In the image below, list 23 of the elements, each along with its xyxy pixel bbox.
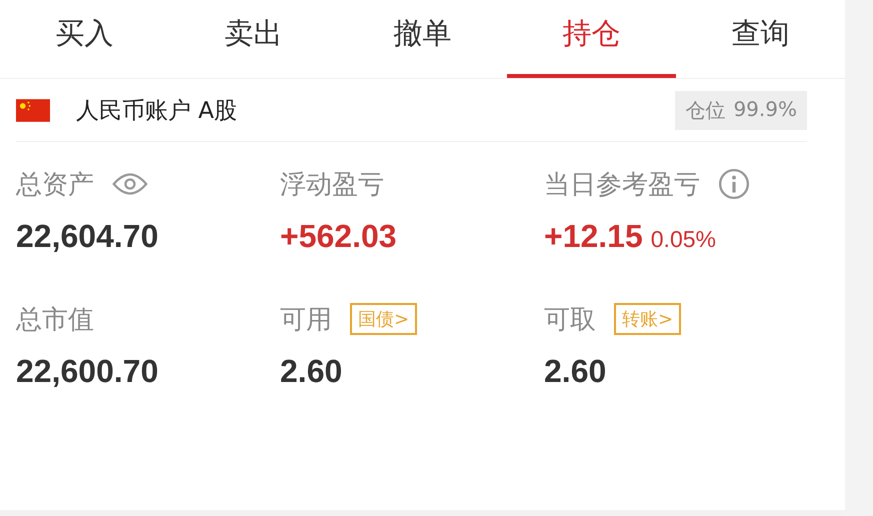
tab[interactable]: 买入 (0, 0, 169, 78)
eye-icon[interactable] (112, 172, 148, 196)
info-icon[interactable] (718, 168, 750, 200)
position-badge: 仓位 99.9% (675, 90, 807, 130)
tab[interactable]: 撤单 (338, 0, 507, 78)
stat-value: +562.03 (280, 218, 397, 255)
stat-value: 2.60 (280, 353, 342, 390)
flag-icon (16, 98, 50, 122)
stat-value: 22,604.70 (16, 218, 158, 255)
stat-label: 当日参考盈亏 (544, 168, 700, 202)
stat-percent: 0.05% (650, 226, 716, 253)
tab[interactable]: 查询 (676, 0, 845, 78)
stat-label: 可用 (280, 304, 332, 336)
stat-label: 总资产 (16, 168, 94, 202)
stat-label: 总市值 (16, 304, 94, 336)
stat-label: 可取 (544, 304, 596, 336)
stat-value: 2.60 (544, 353, 606, 390)
stat-value: 22,600.70 (16, 353, 158, 390)
account-name: 人民币账户 A股 (76, 96, 238, 126)
stat-value: +12.15 (544, 218, 643, 255)
tab[interactable]: 卖出 (169, 0, 338, 78)
stat-label: 浮动盈亏 (280, 168, 384, 202)
tab[interactable]: 持仓 (507, 0, 676, 78)
